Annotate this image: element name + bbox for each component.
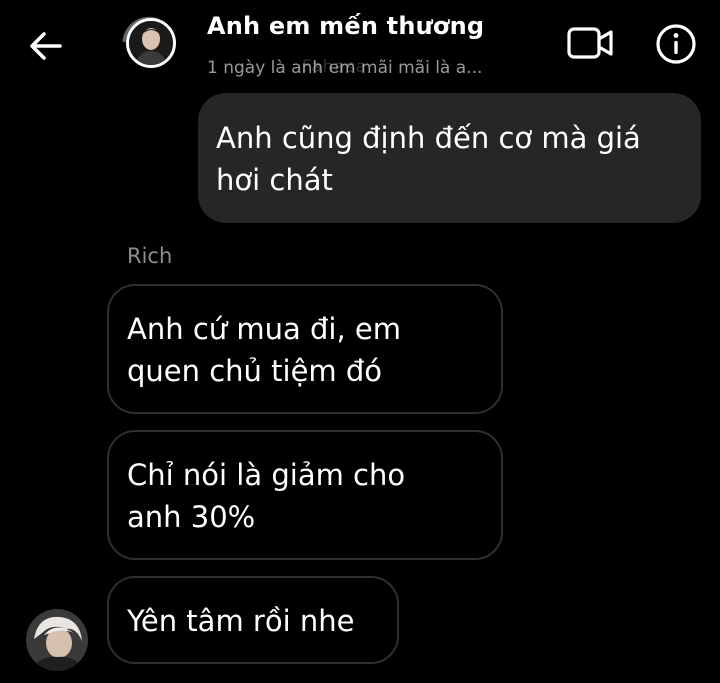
message-line: anh 30% (127, 500, 256, 534)
chat-header: Anh em mến thương 1 ngày là anh em mãi m… (0, 0, 720, 88)
message-line: Chỉ nói là giảm cho (127, 458, 406, 492)
avatar-image (126, 18, 176, 68)
message-line: Anh cũng định đến cơ mà giá (216, 121, 641, 155)
incoming-message[interactable]: Chỉ nói là giảm cho anh 30% (107, 430, 503, 560)
avatar-image (26, 609, 88, 671)
chat-title: Anh em mến thương (207, 12, 485, 40)
watermark: Fahasa (302, 57, 368, 77)
video-call-button[interactable] (566, 24, 616, 62)
arrow-left-icon (30, 32, 62, 60)
incoming-message[interactable]: Anh cứ mua đi, em quen chủ tiệm đó (107, 284, 503, 414)
sender-avatar[interactable] (26, 609, 88, 671)
group-avatar[interactable] (118, 12, 180, 74)
info-icon (656, 24, 696, 64)
incoming-message[interactable]: Yên tâm rồi nhe (107, 576, 399, 664)
message-line: hơi chát (216, 163, 333, 197)
video-call-icon (567, 27, 613, 59)
info-button[interactable] (654, 22, 698, 66)
sender-name: Rich (127, 244, 173, 268)
message-line: Yên tâm rồi nhe (127, 604, 355, 638)
message-line: Anh cứ mua đi, em (127, 312, 401, 346)
outgoing-message[interactable]: Anh cũng định đến cơ mà giá hơi chát (198, 93, 701, 223)
back-button[interactable] (26, 26, 66, 66)
message-line: quen chủ tiệm đó (127, 354, 383, 388)
